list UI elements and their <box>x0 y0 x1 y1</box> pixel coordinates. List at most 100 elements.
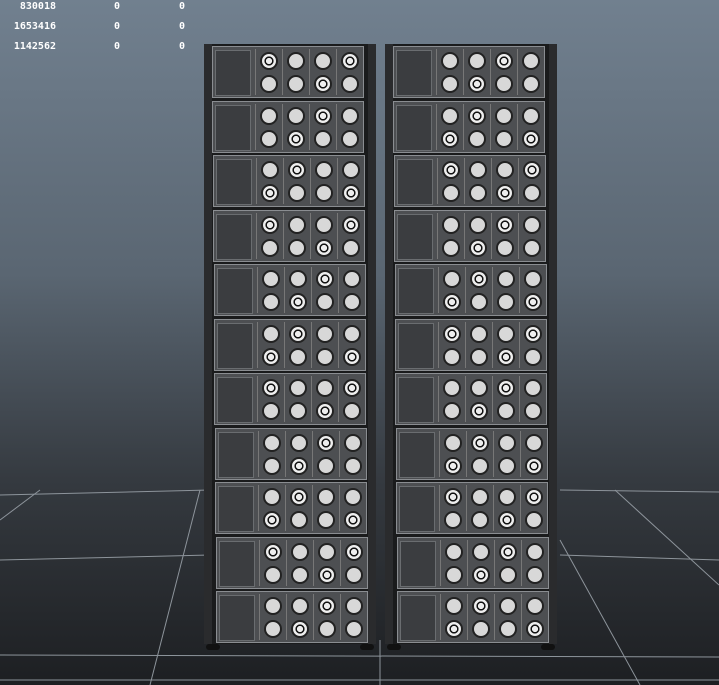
fan-icon <box>343 379 362 397</box>
fan-icon <box>260 184 279 202</box>
server-unit[interactable] <box>212 100 365 153</box>
server-unit[interactable] <box>212 46 364 98</box>
fan-bay <box>517 158 545 204</box>
fan-bay <box>337 212 364 259</box>
hud-value: 0 <box>178 21 185 32</box>
server-unit[interactable] <box>215 536 368 589</box>
fan-bay <box>466 539 494 586</box>
fan-bay <box>336 158 364 204</box>
server-unit[interactable] <box>395 373 548 425</box>
server-front-panel <box>398 377 435 423</box>
server-unit[interactable] <box>397 591 549 643</box>
fan-bay <box>282 158 310 204</box>
server-front-panel <box>218 540 255 587</box>
fan-icon <box>263 565 282 584</box>
fan-bay <box>464 267 492 313</box>
fan-icon <box>524 347 542 366</box>
fan-icon <box>262 433 281 452</box>
fan-icon <box>443 456 462 475</box>
fan-icon <box>344 488 363 506</box>
fan-icon <box>344 511 363 529</box>
server-rack[interactable] <box>204 44 376 650</box>
fan-bay <box>440 594 467 640</box>
fan-bay <box>439 539 467 586</box>
fan-icon <box>443 347 461 366</box>
server-unit[interactable] <box>213 209 366 262</box>
server-unit[interactable] <box>394 209 547 262</box>
server-front-panel <box>396 159 433 205</box>
fan-bay <box>492 321 519 368</box>
server-unit[interactable] <box>212 155 365 207</box>
server-unit[interactable] <box>394 264 547 316</box>
server-unit[interactable] <box>214 427 367 480</box>
fan-icon <box>498 565 517 584</box>
fan-icon <box>441 52 459 70</box>
fan-bay <box>465 430 493 477</box>
fan-bay <box>517 103 544 150</box>
server-front-panel <box>216 268 253 314</box>
server-unit[interactable] <box>396 482 549 534</box>
server-unit[interactable] <box>393 100 546 153</box>
fan-bay <box>338 430 366 477</box>
fan-icon <box>262 456 281 475</box>
fan-icon <box>343 456 362 475</box>
fan-bay <box>256 267 284 313</box>
rack-foot <box>541 644 555 650</box>
server-unit[interactable] <box>393 155 546 207</box>
fan-bay <box>311 321 338 368</box>
fan-icon <box>524 324 542 343</box>
fan-icon <box>495 129 514 148</box>
fan-bay <box>518 212 545 259</box>
server-rack[interactable] <box>385 44 557 650</box>
server-unit[interactable] <box>214 373 367 425</box>
server-unit[interactable] <box>396 536 549 589</box>
fan-bay <box>339 539 367 586</box>
fan-icon <box>444 542 463 561</box>
fan-icon <box>289 402 308 420</box>
fan-icon <box>497 347 515 366</box>
server-unit[interactable] <box>213 264 366 316</box>
server-unit[interactable] <box>395 318 547 371</box>
fan-icon <box>341 106 360 125</box>
server-unit[interactable] <box>214 318 366 371</box>
fan-bay <box>309 158 337 204</box>
rack-post <box>385 44 393 644</box>
fan-icon <box>288 293 307 311</box>
fan-icon <box>469 270 488 288</box>
fan-icon <box>341 184 360 202</box>
server-unit[interactable] <box>393 46 545 98</box>
fan-bay <box>286 594 313 640</box>
hud-value: 0 <box>178 41 185 52</box>
server-front-panel <box>397 213 434 260</box>
fan-icon <box>264 620 282 638</box>
hud-value: 830018 <box>19 1 56 12</box>
fan-icon <box>522 161 541 179</box>
fan-icon <box>442 215 461 234</box>
fan-icon <box>523 215 542 234</box>
fan-icon <box>316 402 335 420</box>
fan-icon <box>287 184 306 202</box>
rack-foot <box>387 644 401 650</box>
fan-icon <box>291 620 309 638</box>
fan-bay <box>284 376 311 422</box>
fan-icon <box>443 324 461 343</box>
server-unit[interactable] <box>215 482 368 534</box>
server-front-panel <box>396 104 433 151</box>
fan-icon <box>497 402 516 420</box>
server-front-panel <box>398 322 434 369</box>
fan-icon <box>498 542 517 561</box>
server-front-panel <box>217 377 254 423</box>
rack-post <box>368 44 376 644</box>
fan-bay <box>436 49 463 95</box>
fan-icon <box>262 347 280 366</box>
fan-icon <box>522 129 541 148</box>
fan-icon <box>290 565 309 584</box>
fan-bay <box>464 212 491 259</box>
fan-icon <box>522 184 541 202</box>
fan-bay <box>438 376 465 422</box>
server-unit[interactable] <box>395 427 548 480</box>
fan-icon <box>315 238 334 257</box>
fan-icon <box>341 52 359 70</box>
server-unit[interactable] <box>216 591 368 643</box>
fan-icon <box>525 542 544 561</box>
